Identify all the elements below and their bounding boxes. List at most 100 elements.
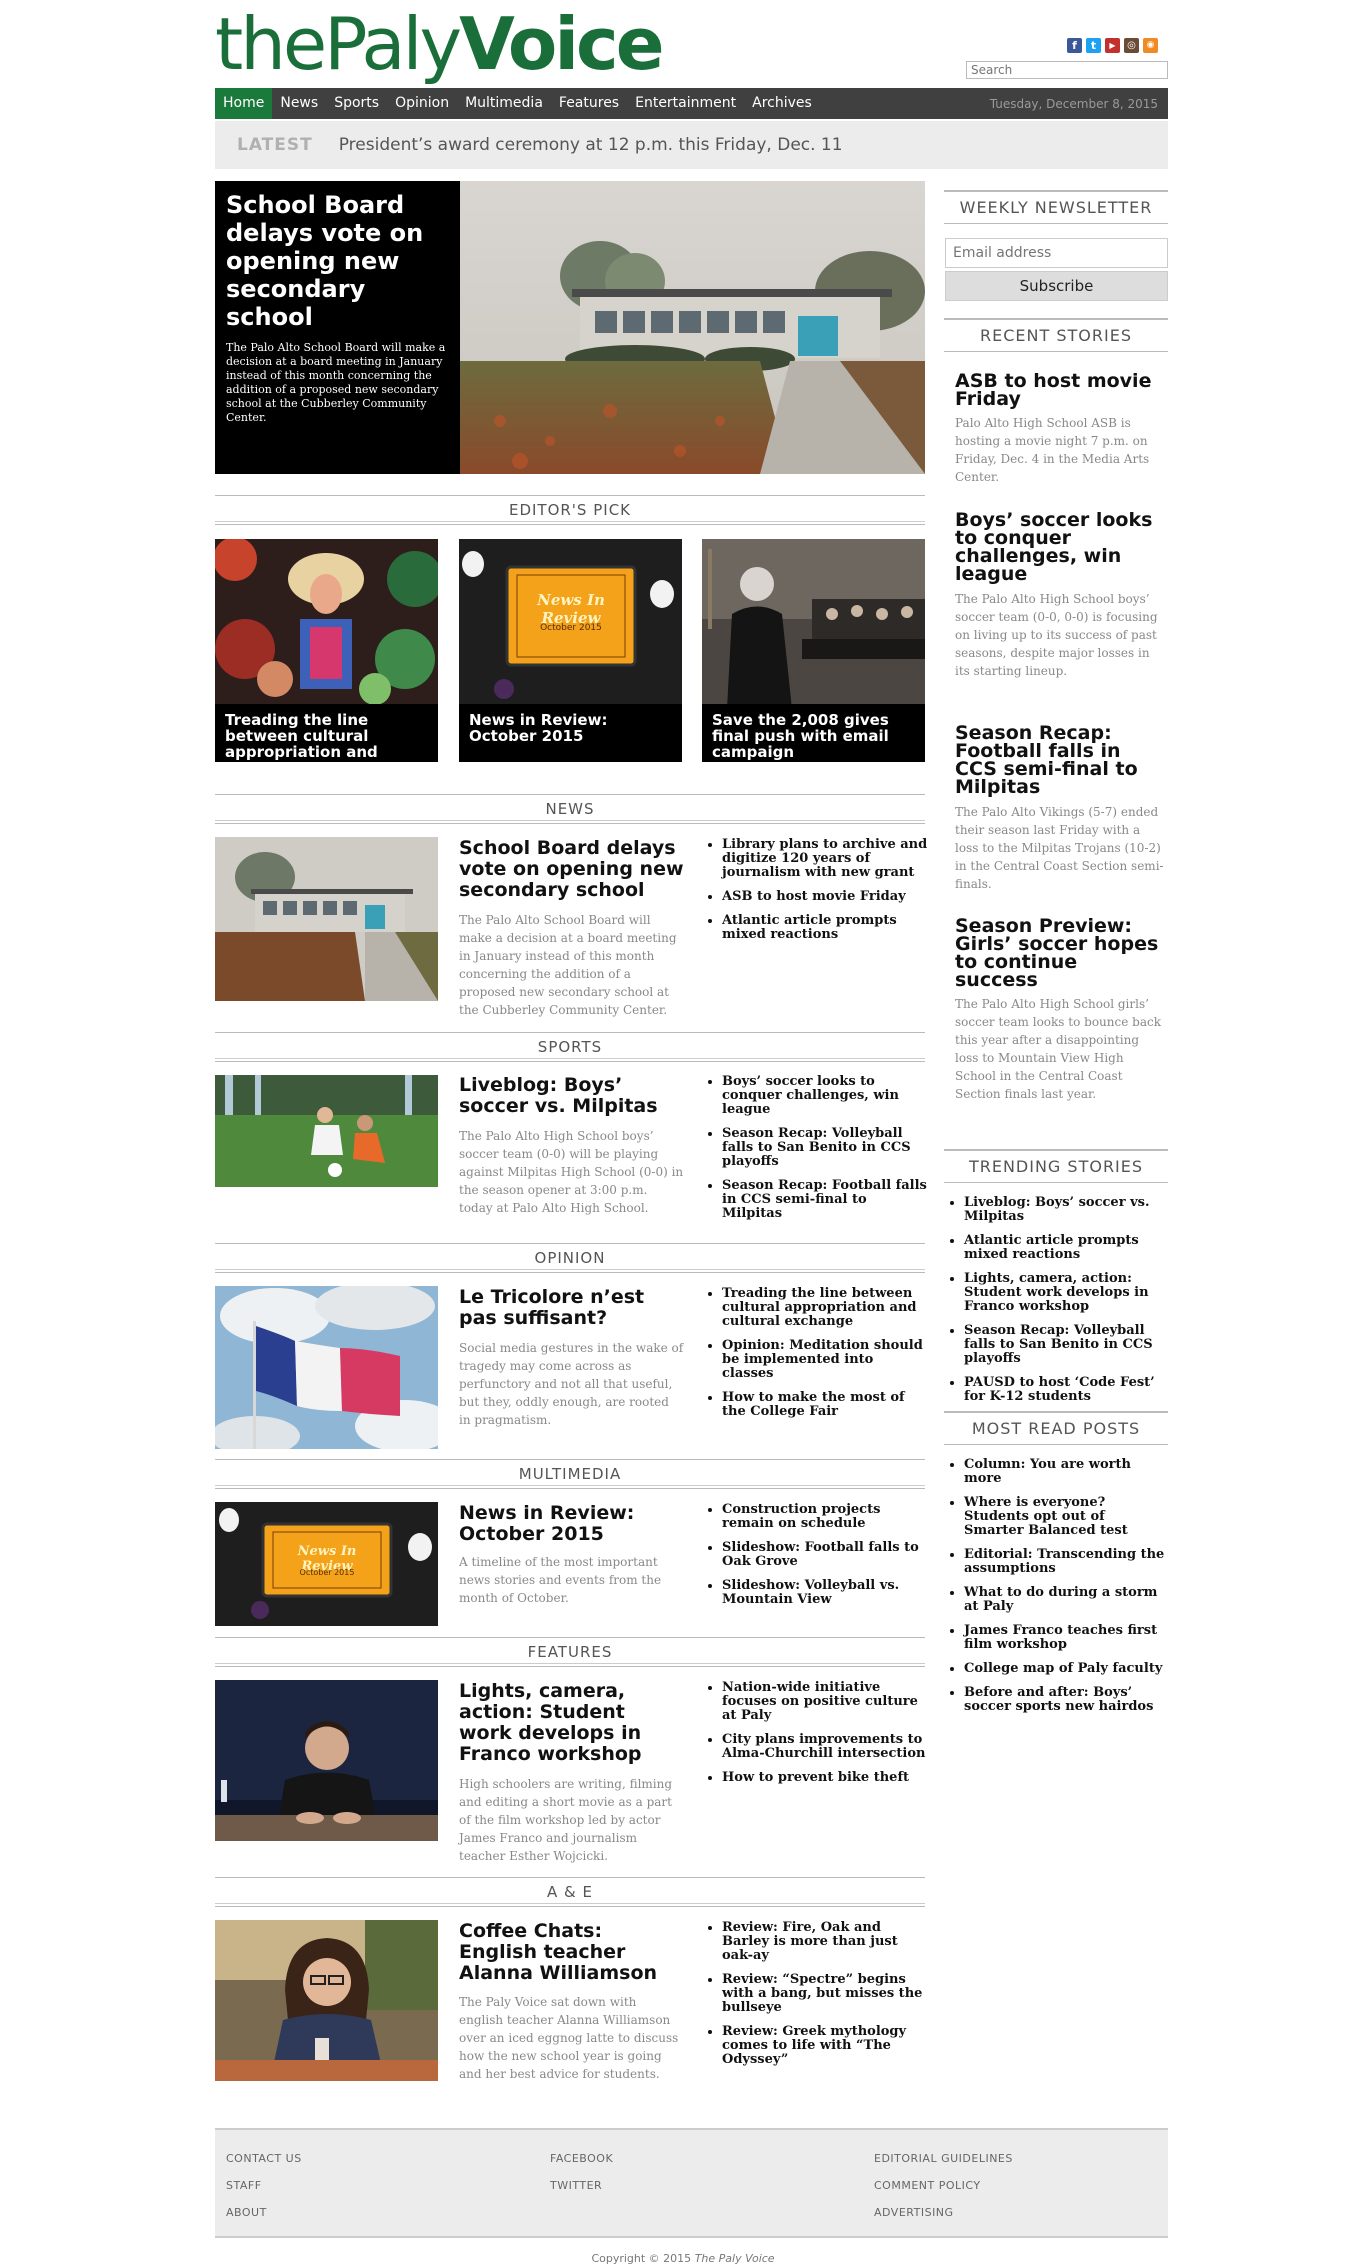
subscribe-button[interactable]: Subscribe <box>945 271 1168 301</box>
news-lead-title[interactable]: School Board delays vote on opening new … <box>459 838 684 901</box>
footer-link-twitter[interactable]: TWITTER <box>550 2179 602 2192</box>
twitter-icon[interactable]: t <box>1086 38 1101 53</box>
recent-story-dek: The Palo Alto High School boys’ soccer t… <box>955 592 1158 678</box>
nav-home[interactable]: Home <box>215 88 273 119</box>
trending-item[interactable]: Season Recap: Volleyball falls to San Be… <box>964 1324 1168 1366</box>
mostread-item[interactable]: What to do during a storm at Paly <box>964 1586 1168 1614</box>
features-thumbnail[interactable] <box>215 1680 438 1841</box>
footer-link-facebook[interactable]: FACEBOOK <box>550 2152 613 2165</box>
ae-link[interactable]: Review: “Spectre” begins with a bang, bu… <box>722 1973 928 2015</box>
recent-story-title[interactable]: ASB to host movie Friday <box>955 372 1165 409</box>
mostread-item[interactable]: Before and after: Boys’ soccer sports ne… <box>964 1686 1168 1714</box>
main-nav: Home News Sports Opinion Multimedia Feat… <box>215 88 1168 119</box>
opinion-link[interactable]: How to make the most of the College Fair <box>722 1391 928 1419</box>
ae-links: Review: Fire, Oak and Barley is more tha… <box>706 1921 928 2077</box>
nav-opinion[interactable]: Opinion <box>387 88 457 119</box>
editors-pick-caption[interactable]: Save the 2,008 gives final push with ema… <box>702 704 925 762</box>
instagram-icon[interactable]: ◎ <box>1124 38 1139 53</box>
trending-item[interactable]: Liveblog: Boys’ soccer vs. Milpitas <box>964 1196 1168 1224</box>
sports-lead-title[interactable]: Liveblog: Boys’ soccer vs. Milpitas <box>459 1075 684 1117</box>
sports-link[interactable]: Season Recap: Volleyball falls to San Be… <box>722 1127 928 1169</box>
news-link[interactable]: ASB to host movie Friday <box>722 890 928 904</box>
nav-features[interactable]: Features <box>551 88 627 119</box>
youtube-icon[interactable]: ▶ <box>1105 38 1120 53</box>
mostread-item[interactable]: Column: You are worth more <box>964 1458 1168 1486</box>
mostread-item[interactable]: Where is everyone? Students opt out of S… <box>964 1496 1168 1538</box>
multimedia-lead-title[interactable]: News in Review: October 2015 <box>459 1503 684 1545</box>
news-link[interactable]: Atlantic article prompts mixed reactions <box>722 914 928 942</box>
footer-link-contact[interactable]: CONTACT US <box>226 2152 302 2165</box>
editors-pick-caption[interactable]: Treading the line between cultural appro… <box>215 704 438 762</box>
footer-link-editorial-guidelines[interactable]: EDITORIAL GUIDELINES <box>874 2152 1013 2165</box>
nav-news[interactable]: News <box>272 88 326 119</box>
trending-item[interactable]: Lights, camera, action: Student work dev… <box>964 1272 1168 1314</box>
ae-link[interactable]: Review: Fire, Oak and Barley is more tha… <box>722 1921 928 1963</box>
footer-link-advertising[interactable]: ADVERTISING <box>874 2206 954 2219</box>
opinion-link[interactable]: Opinion: Meditation should be implemente… <box>722 1339 928 1381</box>
hero-dek: The Palo Alto School Board will make a d… <box>226 341 446 424</box>
hero-title[interactable]: School Board delays vote on opening new … <box>226 191 449 331</box>
features-links: Nation-wide initiative focuses on positi… <box>706 1681 928 1795</box>
features-link[interactable]: City plans improvements to Alma-Churchil… <box>722 1733 928 1761</box>
rss-icon[interactable]: ◉ <box>1143 38 1158 53</box>
facebook-icon[interactable]: f <box>1067 38 1082 53</box>
ae-link[interactable]: Review: Greek mythology comes to life wi… <box>722 2025 928 2067</box>
footer-link-about[interactable]: ABOUT <box>226 2206 267 2219</box>
news-in-review-badge-sub: October 2015 <box>540 623 602 633</box>
section-heading-sports: SPORTS <box>215 1032 925 1062</box>
nav-entertainment[interactable]: Entertainment <box>627 88 744 119</box>
section-heading-opinion: OPINION <box>215 1243 925 1273</box>
section-heading-editors-pick: EDITOR'S PICK <box>215 495 925 525</box>
editors-pick-item[interactable]: Save the 2,008 gives final push with ema… <box>702 539 925 762</box>
recent-story-title[interactable]: Season Recap: Football falls in CCS semi… <box>955 724 1165 797</box>
editors-pick-item[interactable]: News In Review October 2015 News in Revi… <box>459 539 682 762</box>
search-input[interactable] <box>966 61 1168 79</box>
recent-story-dek: The Palo Alto High School girls’ soccer … <box>955 997 1161 1101</box>
editors-pick-item[interactable]: Treading the line between cultural appro… <box>215 539 438 762</box>
features-link[interactable]: How to prevent bike theft <box>722 1771 928 1785</box>
footer-link-staff[interactable]: STAFF <box>226 2179 262 2192</box>
features-link[interactable]: Nation-wide initiative focuses on positi… <box>722 1681 928 1723</box>
sports-thumbnail[interactable] <box>215 1075 438 1187</box>
mostread-item[interactable]: Editorial: Transcending the assumptions <box>964 1548 1168 1576</box>
news-thumbnail[interactable] <box>215 837 438 1001</box>
sports-links: Boys’ soccer looks to conquer challenges… <box>706 1075 928 1231</box>
opinion-links: Treading the line between cultural appro… <box>706 1287 928 1429</box>
hero-text-box[interactable]: School Board delays vote on opening new … <box>215 181 460 474</box>
recent-story-title[interactable]: Season Preview: Girls’ soccer hopes to c… <box>955 917 1165 990</box>
footer-link-comment-policy[interactable]: COMMENT POLICY <box>874 2179 981 2192</box>
newsletter-email-input[interactable] <box>945 238 1168 268</box>
nav-sports[interactable]: Sports <box>326 88 387 119</box>
multimedia-link[interactable]: Slideshow: Football falls to Oak Grove <box>722 1541 928 1569</box>
trending-list: Liveblog: Boys’ soccer vs. Milpitas Atla… <box>944 1196 1168 1414</box>
opinion-thumbnail[interactable] <box>215 1286 438 1449</box>
section-heading-multimedia: MULTIMEDIA <box>215 1459 925 1489</box>
social-icons: f t ▶ ◎ ◉ <box>1067 38 1158 53</box>
features-lead-title[interactable]: Lights, camera, action: Student work dev… <box>459 1681 684 1765</box>
section-heading-features: FEATURES <box>215 1637 925 1667</box>
nav-date: Tuesday, December 8, 2015 <box>989 96 1158 111</box>
ae-lead-title[interactable]: Coffee Chats: English teacher Alanna Wil… <box>459 1921 684 1984</box>
sports-link[interactable]: Season Recap: Football falls in CCS semi… <box>722 1179 928 1221</box>
ae-thumbnail[interactable] <box>215 1920 438 2081</box>
news-link[interactable]: Library plans to archive and digitize 12… <box>722 838 928 880</box>
editors-pick-caption[interactable]: News in Review: October 2015 <box>459 704 682 762</box>
mostread-item[interactable]: College map of Paly faculty <box>964 1662 1168 1676</box>
trending-item[interactable]: Atlantic article prompts mixed reactions <box>964 1234 1168 1262</box>
opinion-link[interactable]: Treading the line between cultural appro… <box>722 1287 928 1329</box>
news-in-review-badge-title: News In Review <box>537 591 605 627</box>
multimedia-link[interactable]: Slideshow: Volleyball vs. Mountain View <box>722 1579 928 1607</box>
mostread-item[interactable]: James Franco teaches first film workshop <box>964 1624 1168 1652</box>
features-lead-dek: High schoolers are writing, filming and … <box>459 1777 673 1863</box>
site-logo[interactable]: thePalyVoice <box>215 8 665 80</box>
multimedia-thumbnail[interactable]: News In Review October 2015 <box>215 1502 438 1626</box>
nav-archives[interactable]: Archives <box>744 88 820 119</box>
opinion-lead-title[interactable]: Le Tricolore n’est pas suffisant? <box>459 1287 684 1329</box>
sports-link[interactable]: Boys’ soccer looks to conquer challenges… <box>722 1075 928 1117</box>
hero-photo[interactable] <box>460 181 925 474</box>
multimedia-link[interactable]: Construction projects remain on schedule <box>722 1503 928 1531</box>
trending-item[interactable]: PAUSD to host ‘Code Fest’ for K-12 stude… <box>964 1376 1168 1404</box>
recent-story-title[interactable]: Boys’ soccer looks to conquer challenges… <box>955 511 1165 584</box>
latest-headline[interactable]: President’s award ceremony at 12 p.m. th… <box>339 135 843 155</box>
nav-multimedia[interactable]: Multimedia <box>457 88 551 119</box>
